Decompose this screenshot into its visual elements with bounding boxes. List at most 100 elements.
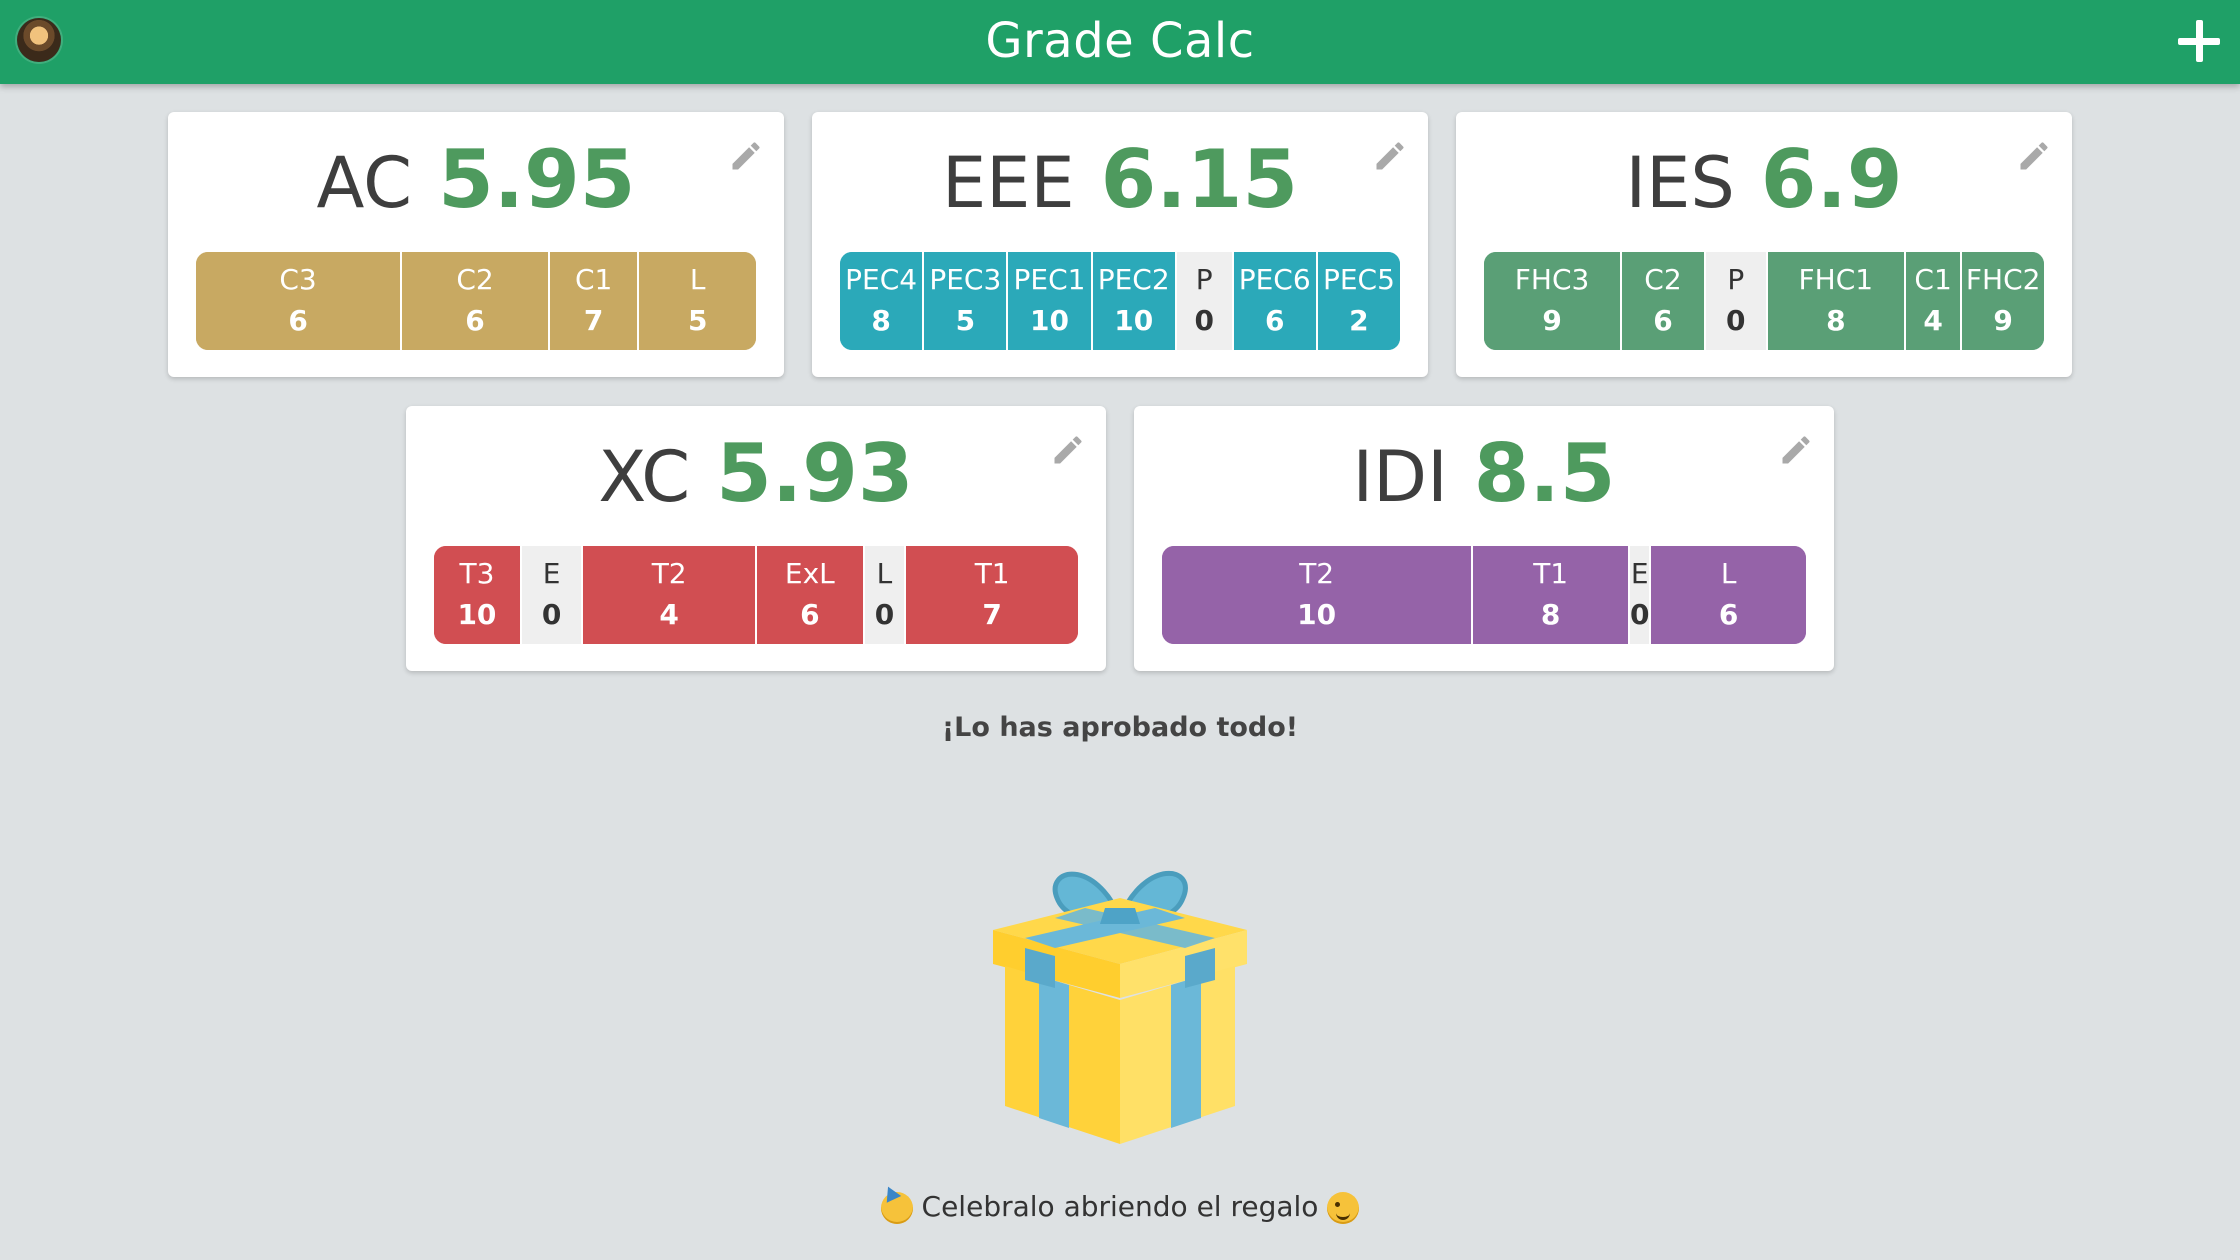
grade-value: 10 [1114, 304, 1154, 337]
grade-label: P [1727, 263, 1745, 296]
grade-label: PEC5 [1322, 263, 1395, 296]
grade-label: T2 [1299, 557, 1335, 590]
grade-segment-t2[interactable]: T2 4 [583, 546, 757, 644]
grade-segment-fhc1[interactable]: FHC1 8 [1767, 252, 1906, 350]
grade-segment-c1[interactable]: C1 7 [549, 252, 640, 350]
edit-button[interactable] [2016, 138, 2052, 174]
grade-segment-c2[interactable]: C2 6 [1622, 252, 1706, 350]
grade-label: ExL [784, 557, 835, 590]
grade-segment-pec1[interactable]: PEC1 10 [1008, 252, 1093, 350]
edit-button[interactable] [1050, 432, 1086, 468]
celebrate-text: Celebralo abriendo el regalo [921, 1190, 1319, 1223]
grade-segment-t1[interactable]: T1 7 [906, 546, 1078, 644]
grade-value: 0 [1630, 598, 1650, 631]
grade-value: 0 [541, 598, 562, 631]
grade-segment-l[interactable]: L5 [639, 252, 756, 350]
grade-value: 4 [659, 598, 679, 631]
grade-value: 4 [1923, 304, 1943, 337]
grade-value: 8 [1826, 304, 1846, 337]
grade-value: 6 [1718, 598, 1739, 631]
grade-label: FHC3 [1514, 263, 1590, 296]
grade-segment-e[interactable]: E0 [1630, 546, 1652, 644]
grade-label: FHC2 [1965, 263, 2041, 296]
grade-value: 5 [687, 304, 708, 337]
grade-segment-l[interactable]: L6 [1651, 546, 1806, 644]
edit-button[interactable] [728, 138, 764, 174]
grade-segment-c1[interactable]: C1 4 [1905, 252, 1963, 350]
subject-name: IDI [1352, 436, 1448, 518]
grade-segment-c3[interactable]: C3 6 [196, 252, 403, 350]
grade-label: PEC4 [845, 263, 918, 296]
grade-label: C2 [1644, 263, 1682, 296]
grade-segment-t1[interactable]: T1 8 [1473, 546, 1630, 644]
subject-name: IES [1625, 142, 1735, 224]
subject-card-ac[interactable]: AC 5.95 C3 6 C2 6 C1 7 L 5 [168, 112, 784, 377]
subject-card-idi[interactable]: IDI 8.5 T2 10 T1 8 E 0 L 6 [1134, 406, 1834, 671]
grade-segment-fhc2[interactable]: FHC2 9 [1962, 252, 2044, 350]
subject-name: EEE [941, 142, 1075, 224]
grade-label: T3 [459, 557, 495, 590]
grade-label: T1 [974, 557, 1010, 590]
grade-bar: PEC4 8 PEC3 5 PEC1 10 PEC2 10 P 0 PEC6 6 PEC5 2 [840, 252, 1400, 350]
subject-name: XC [598, 436, 691, 518]
grade-segment-exl[interactable]: ExL 6 [757, 546, 865, 644]
grade-segment-pec3[interactable]: PEC3 5 [924, 252, 1009, 350]
grade-value: 9 [1542, 304, 1562, 337]
subject-card-ies[interactable]: IES 6.9 FHC3 9 C2 6 P 0 FHC1 8 C1 4 FHC2 9 [1456, 112, 2072, 377]
grade-segment-pec5[interactable]: PEC5 2 [1317, 252, 1400, 350]
grade-label: C3 [279, 263, 317, 296]
pencil-icon [1054, 436, 1082, 464]
pencil-icon [732, 142, 760, 170]
pencil-icon [1376, 142, 1404, 170]
subject-average: 5.93 [716, 427, 914, 520]
grade-segment-p[interactable]: P0 [1176, 252, 1234, 350]
edit-button[interactable] [1778, 432, 1814, 468]
grade-value: 10 [457, 598, 497, 631]
grade-label: E [542, 557, 561, 590]
grade-segment-t3[interactable]: T3 10 [434, 546, 522, 644]
grade-segment-c2[interactable]: C2 6 [402, 252, 550, 350]
edit-button[interactable] [1372, 138, 1408, 174]
grade-segment-fhc3[interactable]: FHC3 9 [1484, 252, 1623, 350]
grade-label: PEC2 [1097, 263, 1170, 296]
app-header: Grade Calc [0, 0, 2240, 84]
grade-segment-l[interactable]: L0 [864, 546, 907, 644]
grade-value: 8 [871, 304, 891, 337]
gift-icon[interactable] [985, 848, 1255, 1144]
grade-label: C1 [1914, 263, 1952, 296]
subject-average: 6.9 [1760, 133, 1903, 226]
grade-label: E [1630, 557, 1649, 590]
grade-label: L [689, 263, 706, 296]
grade-bar: T3 10 E 0 T2 4 ExL 6 L 0 T1 7 [434, 546, 1078, 644]
grade-segment-pec4[interactable]: PEC4 8 [840, 252, 925, 350]
pencil-icon [2020, 142, 2048, 170]
grade-segment-p[interactable]: P0 [1705, 252, 1768, 350]
grade-value: 0 [1194, 304, 1214, 337]
party-face-emoji [880, 1192, 913, 1224]
grade-segment-t2[interactable]: T2 10 [1162, 546, 1474, 644]
grade-label: T2 [651, 557, 687, 590]
grade-value: 0 [1726, 304, 1746, 337]
grade-label: FHC1 [1798, 263, 1874, 296]
grade-label: P [1195, 263, 1213, 296]
grade-segment-pec6[interactable]: PEC6 6 [1233, 252, 1318, 350]
subject-card-eee[interactable]: EEE 6.15 PEC4 8 PEC3 5 PEC1 10 PEC2 10 P 0 PEC6 6 PEC… [812, 112, 1428, 377]
grade-bar: FHC3 9 C2 6 P 0 FHC1 8 C1 4 FHC2 9 [1484, 252, 2044, 350]
grade-segment-pec2[interactable]: PEC2 10 [1092, 252, 1177, 350]
grade-value: 6 [1653, 304, 1673, 337]
grade-value: 6 [288, 304, 308, 337]
subject-card-xc[interactable]: XC 5.93 T3 10 E 0 T2 4 ExL 6 L 0 T1 7 [406, 406, 1106, 671]
grade-value: 6 [465, 304, 485, 337]
grade-value: 6 [800, 598, 820, 631]
grade-value: 6 [1264, 304, 1285, 337]
subject-average: 8.5 [1473, 427, 1616, 520]
celebrate-text-row: Celebralo abriendo el regalo [0, 1190, 2240, 1224]
grade-value: 10 [1297, 598, 1337, 631]
grade-value: 0 [874, 598, 895, 631]
grade-label: PEC1 [1013, 263, 1086, 296]
add-subject-button[interactable] [2176, 18, 2222, 64]
grade-value: 7 [583, 304, 604, 337]
grade-label: T1 [1533, 557, 1569, 590]
grade-segment-e[interactable]: E0 [521, 546, 584, 644]
grade-label: PEC6 [1238, 263, 1311, 296]
